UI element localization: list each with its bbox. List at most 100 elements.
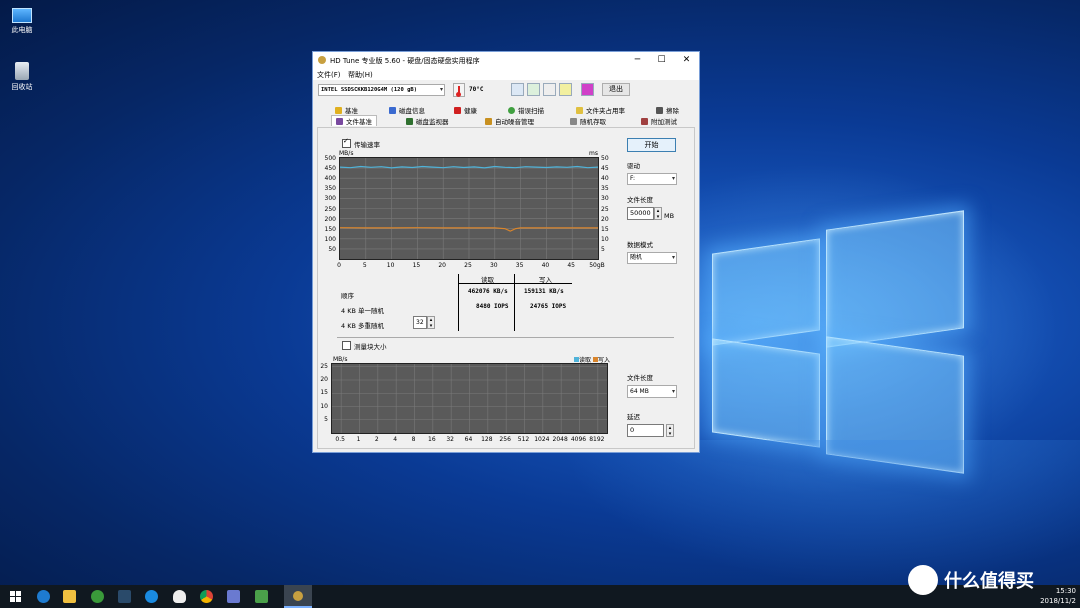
options-icon[interactable] xyxy=(559,83,572,96)
system-tray: 15:30 2018/11/2 xyxy=(1040,586,1076,606)
desktop-icon-recycle-bin[interactable]: 回收站 xyxy=(0,62,44,92)
tab-disk-info[interactable]: 磁盘信息 xyxy=(389,105,425,115)
x-tick-label: 40 xyxy=(541,262,550,269)
queue-depth-field[interactable]: 32 xyxy=(413,316,427,329)
floor-glow xyxy=(560,440,1080,585)
y-tick-label: 50 xyxy=(328,245,336,253)
title-bar[interactable]: HD Tune 专业版 5.60 - 硬盘/固态硬盘实用程序 ─ ☐ ✕ xyxy=(313,52,699,69)
taskbar-app[interactable] xyxy=(140,585,162,608)
tab-strip: 基准 磁盘信息 健康 错误扫描 文件夹占用率 擦除 文件基准 磁盘监视器 自动噪… xyxy=(313,103,699,127)
menu-file[interactable]: 文件(F) xyxy=(317,70,341,80)
block-size-graph xyxy=(331,363,608,434)
x-tick-label: 0 xyxy=(337,262,341,269)
y2-tick-label: 40 xyxy=(601,175,609,183)
taskbar-steam[interactable] xyxy=(113,585,135,608)
taskbar-map[interactable] xyxy=(250,585,272,608)
chevron-down-icon: ▾ xyxy=(671,175,675,182)
copy-icon[interactable] xyxy=(511,83,524,96)
x-tick-label: 64 xyxy=(464,436,473,443)
explorer-icon xyxy=(62,590,76,603)
taskbar-hdtune[interactable] xyxy=(284,585,312,608)
close-button[interactable]: ✕ xyxy=(674,52,699,69)
checkbox-unchecked-icon xyxy=(342,341,351,350)
legend-write-label: 写入 xyxy=(597,357,610,364)
menu-help[interactable]: 帮助(H) xyxy=(348,70,373,80)
taskbar-explorer[interactable] xyxy=(58,585,80,608)
file-length-field[interactable]: 50000 xyxy=(627,207,654,220)
tab-disk-monitor[interactable]: 磁盘监视器 xyxy=(406,116,449,126)
screenshot-icon[interactable] xyxy=(543,83,556,96)
tab-file-benchmark[interactable]: 文件基准 xyxy=(331,115,377,126)
info-icon xyxy=(389,107,396,114)
clock-time[interactable]: 15:30 xyxy=(1040,586,1076,596)
file-length2-label: 文件长度 xyxy=(627,374,653,382)
y-tick-label: 200 xyxy=(324,215,336,223)
start-button[interactable] xyxy=(4,585,26,608)
folder-icon xyxy=(576,107,583,114)
app-circle-icon xyxy=(144,590,158,603)
section-divider xyxy=(337,337,674,338)
delay-field[interactable]: 0 xyxy=(627,424,664,437)
y2-tick-label: 10 xyxy=(601,235,609,243)
y-tick-label: 500 xyxy=(324,155,336,162)
chevron-down-icon: ▾ xyxy=(671,388,675,395)
sequential-write-value: 159131 KB/s xyxy=(524,288,564,295)
taskbar-xbox[interactable] xyxy=(86,585,108,608)
taskbar-edge[interactable] xyxy=(32,585,54,608)
exit-button[interactable]: 退出 xyxy=(602,83,630,96)
xbox-icon xyxy=(90,590,104,603)
delay-stepper[interactable]: ▴ ▾ xyxy=(666,424,674,437)
drive-letter-select[interactable]: F: ▾ xyxy=(627,173,677,185)
y-tick-label: 250 xyxy=(324,205,336,213)
taskbar-qq[interactable] xyxy=(168,585,190,608)
y2-axis-unit: ms xyxy=(589,150,598,157)
taskbar: 什么值得买 15:30 2018/11/2 xyxy=(0,565,1080,608)
queue-depth-stepper[interactable]: ▴ ▾ xyxy=(427,316,435,329)
tab-benchmark[interactable]: 基准 xyxy=(335,105,358,115)
speaker-icon xyxy=(485,118,492,125)
file-benchmark-icon xyxy=(336,118,343,125)
maximize-button[interactable]: ☐ xyxy=(649,52,674,69)
y-tick-label: 20 xyxy=(320,376,328,383)
computer-icon xyxy=(12,8,32,23)
taskbar-photos[interactable] xyxy=(222,585,244,608)
tab-error-scan[interactable]: 错误扫描 xyxy=(508,105,544,115)
minimize-button[interactable]: ─ xyxy=(625,52,650,69)
temperature-readout: 70°C xyxy=(469,86,484,93)
data-mode-select[interactable]: 随机 ▾ xyxy=(627,252,677,264)
clock-date[interactable]: 2018/11/2 xyxy=(1040,596,1076,606)
x-tick-label: 256 xyxy=(499,436,511,443)
transfer-rate-checkbox[interactable]: 传输速率 xyxy=(342,137,380,149)
tab-erase[interactable]: 擦除 xyxy=(656,105,679,115)
tab-extra-tests[interactable]: 附加测试 xyxy=(641,116,677,126)
x-tick-label: 25 xyxy=(464,262,472,269)
start-button[interactable]: 开始 xyxy=(627,138,676,152)
copy-all-icon[interactable] xyxy=(527,83,540,96)
tab-noise-management[interactable]: 自动噪音管理 xyxy=(485,116,534,126)
tab-health[interactable]: 健康 xyxy=(454,105,477,115)
x-tick-label: 1 xyxy=(356,436,361,443)
menu-bar: 文件(F) 帮助(H) xyxy=(313,69,699,80)
save-icon[interactable] xyxy=(581,83,594,96)
tab-random-access[interactable]: 随机存取 xyxy=(570,116,606,126)
tab-folder-usage[interactable]: 文件夹占用率 xyxy=(576,105,625,115)
x-tick-label: 50gB xyxy=(589,262,605,269)
taskbar-chrome[interactable] xyxy=(195,585,217,608)
y-axis-unit: MB/s xyxy=(333,356,348,363)
block-size-checkbox[interactable]: 测量块大小 xyxy=(342,341,387,351)
y2-tick-label: 35 xyxy=(601,185,609,193)
x-tick-label: 20 xyxy=(438,262,447,269)
chevron-down-icon: ▾ xyxy=(671,254,675,261)
steam-icon xyxy=(117,590,131,603)
qq-icon xyxy=(172,590,186,603)
desktop-icon-this-pc[interactable]: 此电脑 xyxy=(0,6,44,35)
windows-start-icon xyxy=(9,591,21,602)
y2-tick-label: 20 xyxy=(601,215,609,223)
block-file-length-select[interactable]: 64 MB ▾ xyxy=(627,385,677,398)
file-length-stepper[interactable]: ▴ ▾ xyxy=(654,207,662,220)
drive-select[interactable]: INTEL SSDSCKKB120G4M (120 gB) ▾ xyxy=(318,84,445,96)
chevron-down-icon: ▾ xyxy=(439,86,443,93)
monitor-icon xyxy=(406,118,413,125)
x-tick-label: 45 xyxy=(567,262,576,269)
x-tick-label: 1024 xyxy=(534,436,550,443)
